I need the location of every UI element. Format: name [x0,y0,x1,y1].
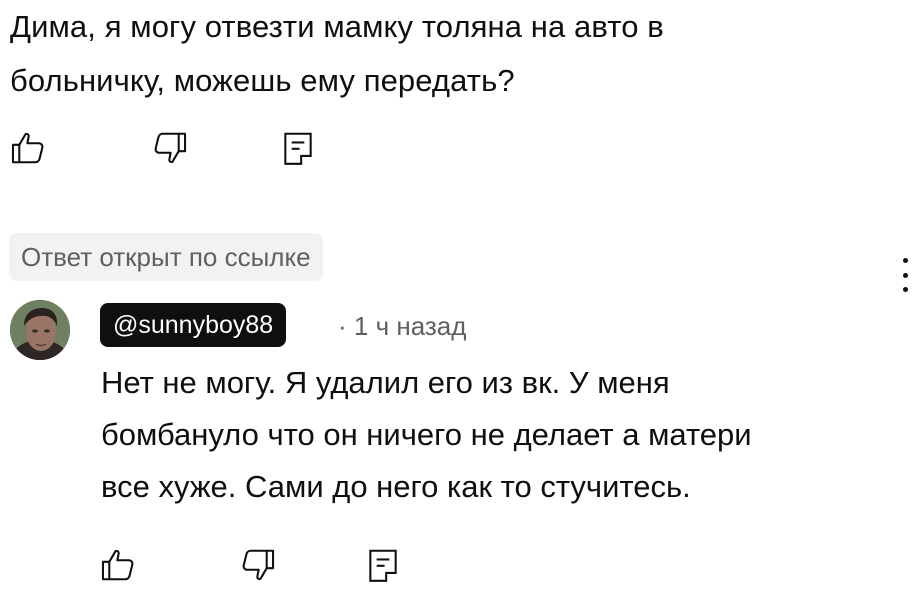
more-options-icon[interactable] [898,258,912,292]
comment-meta: · 1 ч назад [338,306,466,346]
author-handle[interactable]: @sunnyboy88 [100,303,287,347]
comment-timestamp: 1 ч назад [353,311,467,341]
avatar[interactable] [10,300,70,360]
reply-icon [369,549,397,582]
more-options-dot [902,258,908,263]
more-options-dot [902,287,908,292]
meta-separator: · [338,311,347,341]
thumbs-up-icon [11,132,44,164]
avatar-photo [10,300,70,360]
like-button[interactable] [8,128,48,168]
reply-button[interactable] [278,128,318,168]
thumbs-down-icon [154,132,187,164]
dislike-button[interactable] [150,128,190,168]
reply-icon [284,132,312,165]
thumbs-down-icon [242,549,275,581]
parent-comment-text: Дима, я могу отвезти мамку толяна на авт… [10,9,664,98]
linked-reply-badge: Ответ открыт по ссылке [9,233,323,281]
dislike-button[interactable] [238,545,278,585]
thumbs-up-icon [101,549,134,581]
like-button[interactable] [98,545,138,585]
reply-comment-actions [98,545,403,585]
reply-button[interactable] [363,545,403,585]
reply-comment-text: Нет не могу. Я удалил его из вк. У меня … [101,365,752,504]
parent-comment-actions [8,128,318,168]
more-options-dot [902,272,908,278]
